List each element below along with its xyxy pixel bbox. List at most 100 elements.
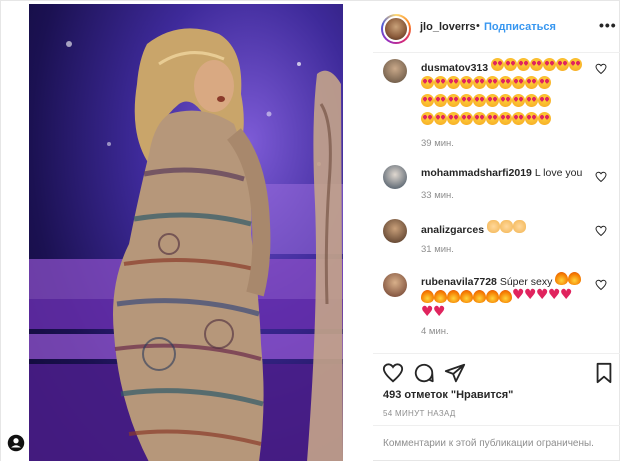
comment-item: analizgarces 31 мин. — [373, 217, 620, 261]
comment-time: 31 мин. — [421, 244, 454, 255]
clapping-hands-emoji — [512, 220, 526, 233]
heart-eyes-emoji — [460, 94, 473, 107]
fire-emoji — [568, 272, 582, 285]
post-timestamp: 54 МИНУТ НАЗАД — [383, 409, 456, 418]
comment-time: 33 мин. — [421, 190, 454, 201]
author-avatar-image — [383, 16, 409, 42]
commenter-username[interactable]: dusmatov313 — [421, 62, 488, 74]
like-comment-icon[interactable] — [595, 279, 607, 291]
commenter-username[interactable]: mohammadsharfi2019 — [421, 167, 532, 179]
comment-item: mohammadsharfi2019 L love you 33 мин. — [373, 163, 620, 207]
comments-restricted-text: Комментарии к этой публикации ограничены… — [383, 438, 594, 449]
comment-icon[interactable] — [413, 362, 435, 384]
like-comment-icon[interactable] — [595, 63, 607, 75]
fire-emoji — [555, 272, 569, 285]
heart-eyes-emoji — [486, 94, 499, 107]
heart-eyes-emoji — [538, 94, 551, 107]
heart-eyes-emoji — [525, 76, 538, 89]
red-heart-emoji — [512, 288, 525, 303]
like-comment-icon[interactable] — [595, 225, 607, 237]
comment-time: 4 мин. — [421, 326, 449, 337]
heart-eyes-emoji — [460, 76, 473, 89]
heart-eyes-emoji — [543, 58, 557, 71]
commenter-avatar[interactable] — [383, 273, 407, 297]
fire-emoji — [434, 290, 447, 303]
heart-eyes-emoji — [460, 112, 473, 125]
heart-eyes-emoji — [538, 76, 551, 89]
heart-eyes-emoji — [499, 112, 512, 125]
fire-emoji — [421, 290, 434, 303]
heart-eyes-emoji — [434, 112, 447, 125]
heart-eyes-emoji — [421, 94, 434, 107]
heart-eyes-emoji — [556, 58, 570, 71]
likes-count[interactable]: 493 отметок "Нравится" — [383, 389, 513, 401]
heart-eyes-emoji — [434, 94, 447, 107]
heart-eyes-emoji — [499, 76, 512, 89]
fire-emoji — [473, 290, 486, 303]
comment-body: rubenavila7728 Súper sexy — [421, 272, 591, 325]
heart-eyes-emoji — [434, 76, 447, 89]
heart-eyes-emoji — [569, 58, 583, 71]
like-comment-icon[interactable] — [595, 171, 607, 183]
red-heart-emoji — [524, 288, 537, 303]
instagram-post: jlo_loverrs • Подписаться ••• dusmatov31… — [0, 0, 620, 461]
post-side-panel: jlo_loverrs • Подписаться ••• dusmatov31… — [373, 1, 620, 461]
red-heart-emoji — [433, 305, 446, 320]
follow-button[interactable]: Подписаться — [484, 21, 556, 33]
comment-time: 39 мин. — [421, 138, 454, 149]
heart-eyes-emoji — [525, 112, 538, 125]
share-icon[interactable] — [444, 362, 466, 384]
author-avatar[interactable] — [381, 14, 411, 44]
fire-emoji — [486, 290, 499, 303]
heart-eyes-emoji — [517, 58, 531, 71]
clapping-hands-emoji — [486, 220, 500, 233]
commenter-username[interactable]: rubenavila7728 — [421, 276, 497, 288]
comment-body: mohammadsharfi2019 L love you — [421, 166, 591, 181]
fire-emoji — [447, 290, 460, 303]
comment-body: dusmatov313 — [421, 58, 591, 130]
heart-eyes-emoji — [512, 112, 525, 125]
heart-eyes-emoji — [499, 94, 512, 107]
red-heart-emoji — [548, 288, 561, 303]
heart-eyes-emoji — [447, 76, 460, 89]
comment-body: analizgarces — [421, 220, 591, 238]
commenter-username[interactable]: analizgarces — [421, 224, 484, 236]
heart-eyes-emoji — [512, 76, 525, 89]
commenter-avatar[interactable] — [383, 165, 407, 189]
header-separator: • — [476, 20, 480, 32]
heart-eyes-emoji — [486, 76, 499, 89]
tagged-user-icon[interactable] — [7, 434, 25, 452]
comment-text: L love you — [534, 167, 583, 179]
heart-eyes-emoji — [421, 112, 434, 125]
like-icon[interactable] — [382, 362, 404, 384]
commenter-avatar[interactable] — [383, 59, 407, 83]
heart-eyes-emoji — [530, 58, 544, 71]
heart-eyes-emoji — [473, 76, 486, 89]
save-bookmark-icon[interactable] — [593, 362, 615, 384]
heart-eyes-emoji — [447, 94, 460, 107]
commenter-avatar[interactable] — [383, 219, 407, 243]
post-photo[interactable] — [29, 4, 343, 461]
red-heart-emoji — [536, 288, 549, 303]
red-heart-emoji — [560, 288, 573, 303]
post-header: jlo_loverrs • Подписаться ••• — [373, 1, 620, 53]
fire-emoji — [460, 290, 473, 303]
heart-eyes-emoji — [486, 112, 499, 125]
heart-eyes-emoji — [538, 112, 551, 125]
fire-emoji — [499, 290, 512, 303]
heart-eyes-emoji — [491, 58, 505, 71]
heart-eyes-emoji — [473, 112, 486, 125]
comment-emojis — [486, 220, 526, 236]
author-username[interactable]: jlo_loverrs — [420, 21, 476, 33]
comments-restricted-notice: Комментарии к этой публикации ограничены… — [373, 425, 620, 461]
post-photo-area — [1, 1, 373, 461]
heart-eyes-emoji — [421, 76, 434, 89]
heart-eyes-emoji — [447, 112, 460, 125]
heart-eyes-emoji — [473, 94, 486, 107]
more-options-button[interactable]: ••• — [599, 17, 617, 33]
heart-eyes-emoji — [525, 94, 538, 107]
comment-item: dusmatov313 39 мин. — [373, 57, 620, 151]
clapping-hands-emoji — [499, 220, 513, 233]
heart-eyes-emoji — [504, 58, 518, 71]
red-heart-emoji — [421, 305, 434, 320]
